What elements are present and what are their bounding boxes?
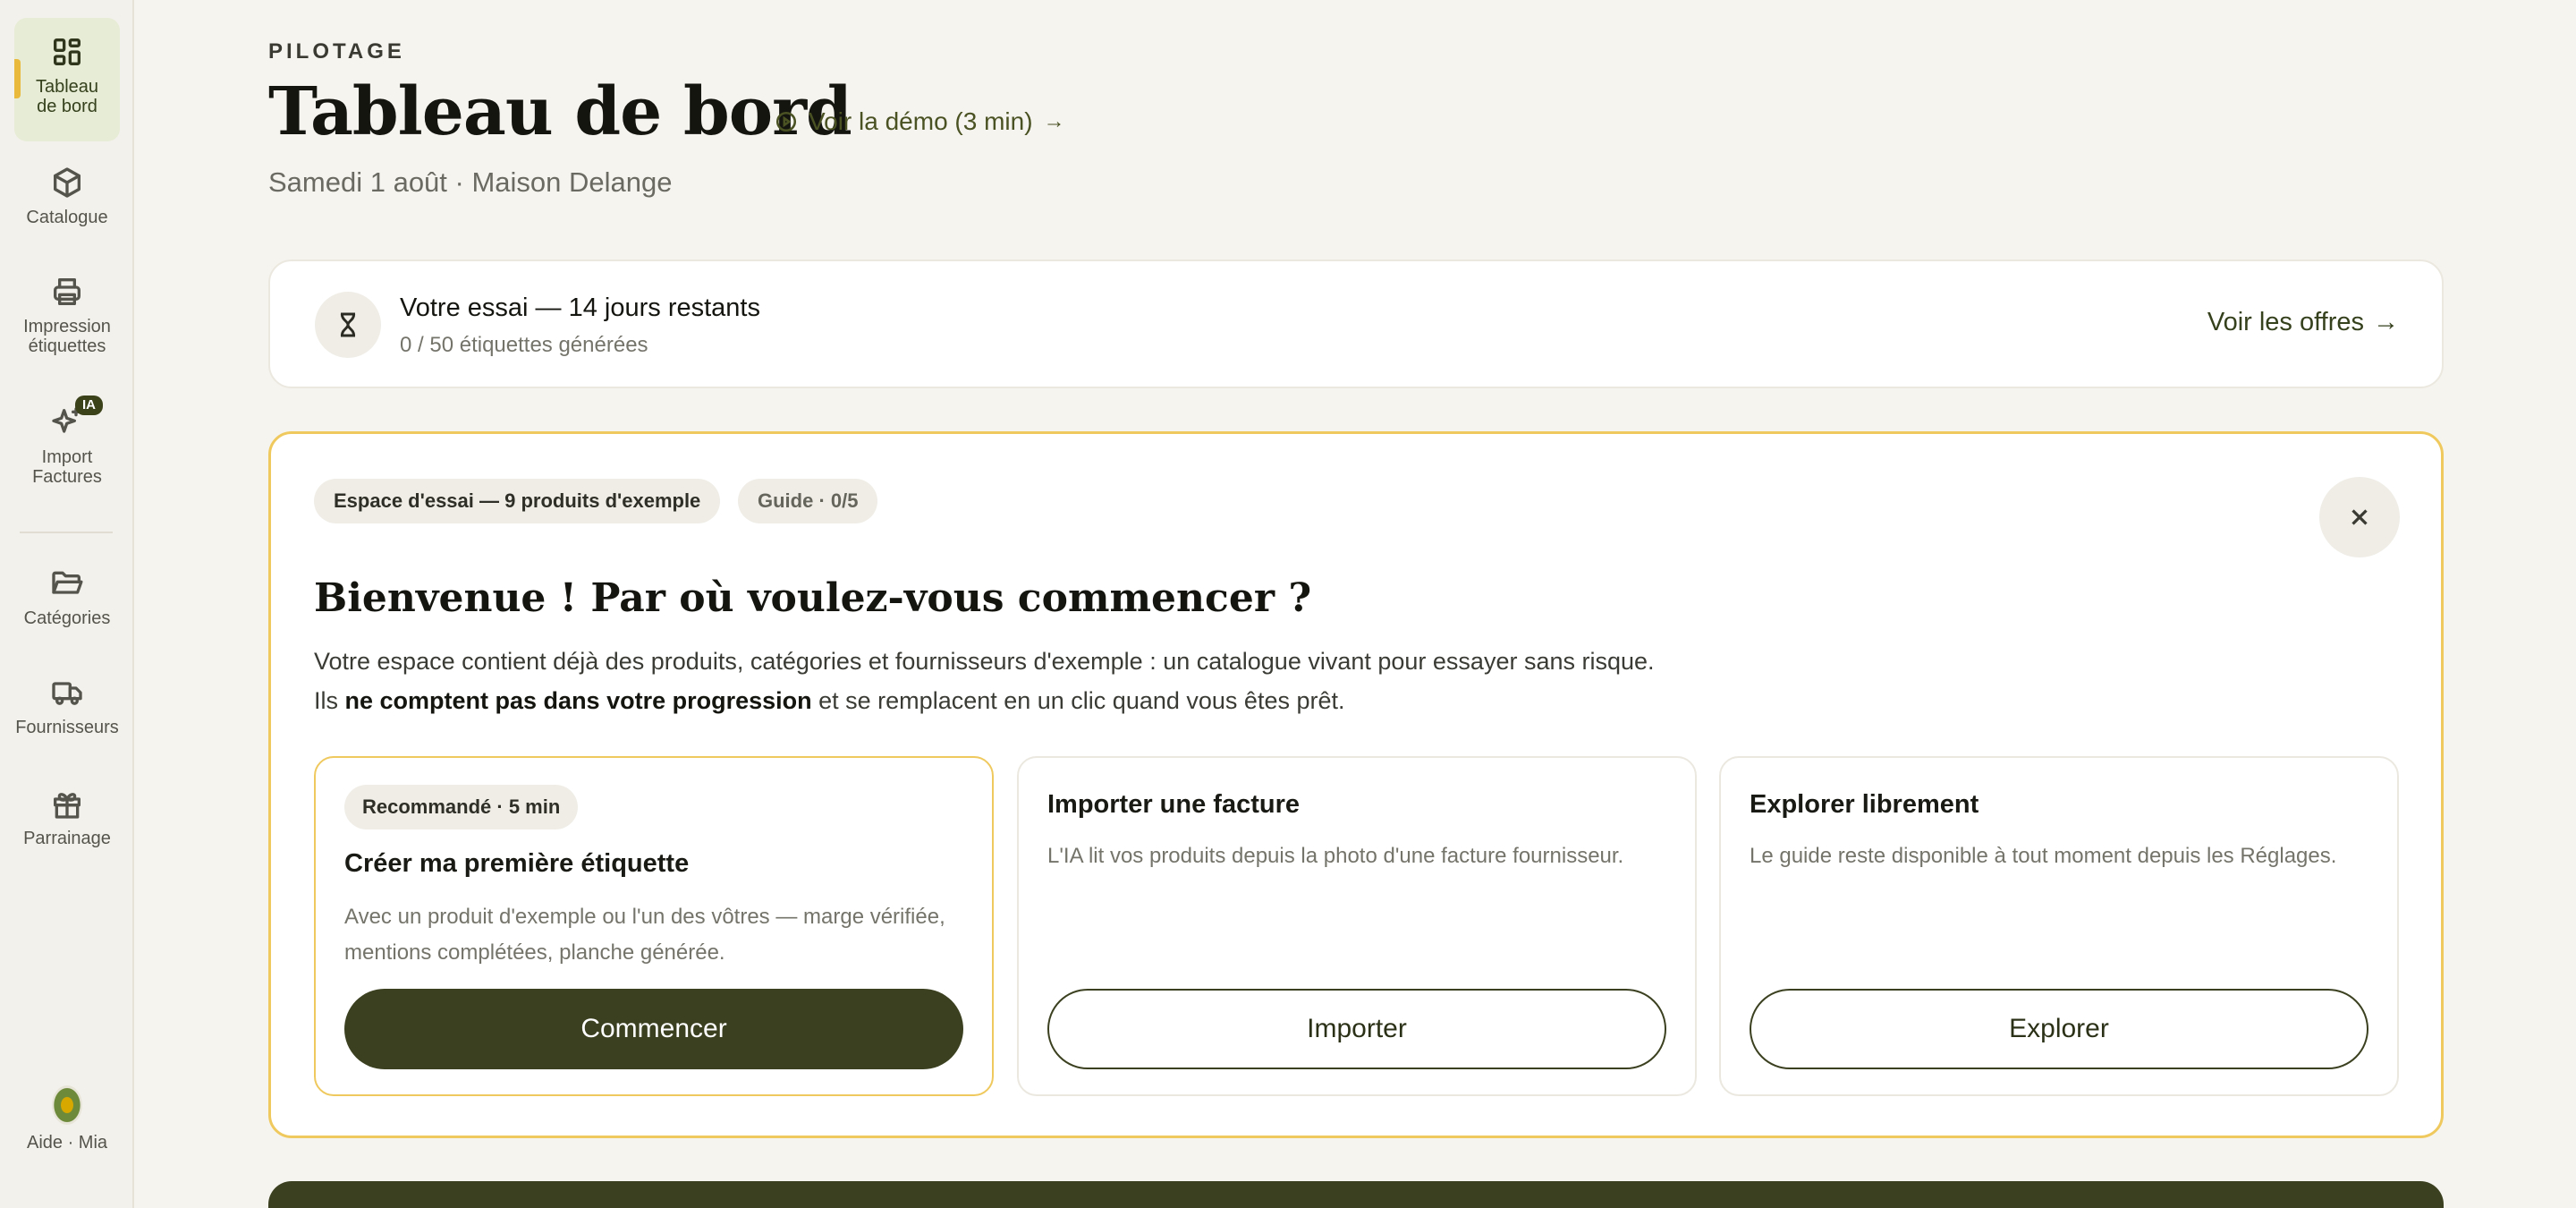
sidebar-item-label: Catégories	[23, 608, 111, 628]
trial-card: Votre essai — 14 jours restants 0 / 50 é…	[268, 259, 2444, 388]
see-offers-label: Voir les offres	[2207, 308, 2364, 336]
sidebar: Tableau de bord Catalogue Impression éti…	[0, 0, 134, 1208]
gift-icon	[54, 793, 80, 819]
help-label[interactable]: Aide · Mia	[14, 1133, 120, 1153]
hourglass-icon	[315, 292, 381, 358]
sidebar-item-catalogue[interactable]: Catalogue	[14, 165, 120, 227]
printer-icon	[54, 278, 80, 305]
page-subtitle: Samedi 1 août · Maison Delange	[268, 166, 673, 198]
sidebar-item-fournisseurs[interactable]: Fournisseurs	[14, 675, 120, 737]
welcome-description: Votre espace contient déjà des produits,…	[314, 642, 1655, 720]
welcome-desc-prefix: Ils	[314, 687, 345, 714]
folder-icon	[52, 571, 83, 594]
sidebar-item-label: Import Factures	[32, 447, 102, 487]
sidebar-item-label: Fournisseurs	[15, 718, 119, 737]
guide-progress-chip: Guide · 0/5	[738, 479, 878, 523]
arrow-right-icon: →	[2373, 308, 2399, 336]
option-description: Le guide reste disponible à tout moment …	[1750, 844, 2337, 868]
next-section-card	[268, 1181, 2444, 1208]
welcome-panel: Espace d'essai — 9 produits d'exemple Gu…	[268, 431, 2444, 1138]
close-icon	[2351, 509, 2368, 525]
sidebar-item-categories[interactable]: Catégories	[14, 566, 120, 628]
sidebar-item-parrainage[interactable]: Parrainage	[14, 786, 120, 848]
demo-link-label: Voir la démo (3 min)	[809, 107, 1033, 135]
sidebar-item-import-factures[interactable]: Import Factures	[14, 404, 120, 487]
sidebar-item-label: Impression étiquettes	[23, 317, 111, 356]
close-welcome-button[interactable]	[2319, 477, 2400, 557]
welcome-title: Bienvenue ! Par où voulez-vous commencer…	[314, 575, 1312, 621]
import-button[interactable]: Importer	[1047, 989, 1666, 1069]
sidebar-item-label: Aide · Mia	[26, 1133, 108, 1153]
box-icon	[54, 167, 81, 198]
sidebar-item-label: Tableau de bord	[35, 77, 99, 116]
play-circle-icon	[775, 111, 797, 132]
trial-title: Votre essai — 14 jours restants	[400, 293, 760, 322]
page-title: Tableau de bord	[268, 73, 852, 150]
welcome-desc-bold: ne comptent pas dans votre progression	[344, 687, 812, 714]
truck-icon	[52, 682, 82, 705]
ia-badge: IA	[75, 396, 103, 415]
trial-usage: 0 / 50 étiquettes générées	[400, 333, 648, 357]
option-description: L'IA lit vos produits depuis la photo d'…	[1047, 844, 1624, 868]
welcome-desc-suffix: et se remplacent en un clic quand vous ê…	[811, 687, 1345, 714]
option-first-label-card: Recommandé · 5 min Créer ma première éti…	[314, 756, 994, 1096]
option-title: Explorer librement	[1750, 790, 1979, 819]
active-indicator	[14, 59, 21, 98]
mia-avatar[interactable]	[52, 1085, 82, 1125]
option-description: Avec un produit d'exemple ou l'un des vô…	[344, 905, 945, 965]
sidebar-item-dashboard[interactable]: Tableau de bord	[14, 18, 120, 141]
sidebar-item-label: Catalogue	[26, 208, 108, 227]
page-eyebrow: PILOTAGE	[268, 39, 405, 64]
sandbox-chip: Espace d'essai — 9 produits d'exemple	[314, 479, 721, 523]
welcome-desc-line1: Votre espace contient déjà des produits,…	[314, 648, 1655, 675]
sidebar-divider	[20, 532, 113, 533]
start-button[interactable]: Commencer	[344, 989, 963, 1069]
see-offers-link[interactable]: Voir les offres →	[2207, 308, 2399, 337]
arrow-right-icon: →	[1043, 109, 1065, 133]
option-import-invoice-card: Importer une facture L'IA lit vos produi…	[1017, 756, 1697, 1096]
option-explore-card: Explorer librement Le guide reste dispon…	[1719, 756, 2399, 1096]
sidebar-item-impression[interactable]: Impression étiquettes	[14, 274, 120, 356]
explore-button[interactable]: Explorer	[1750, 989, 2368, 1069]
option-title: Créer ma première étiquette	[344, 849, 690, 878]
demo-link[interactable]: Voir la démo (3 min) →	[775, 107, 1065, 136]
option-title: Importer une facture	[1047, 790, 1300, 819]
sidebar-item-label: Parrainage	[23, 829, 111, 848]
dashboard-icon	[54, 38, 81, 65]
recommended-badge: Recommandé · 5 min	[344, 785, 579, 829]
